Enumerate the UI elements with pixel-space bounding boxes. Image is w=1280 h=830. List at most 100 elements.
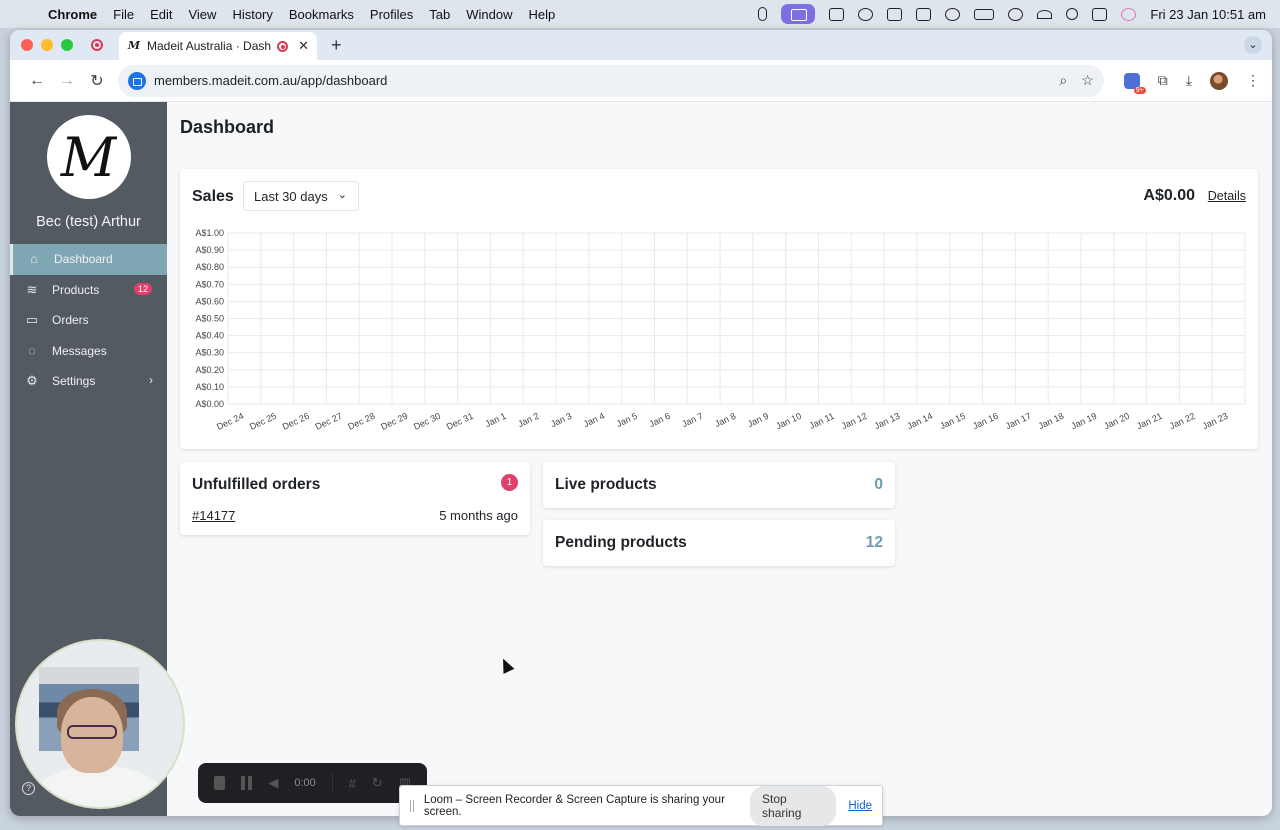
menu-view[interactable]: View (180, 7, 224, 22)
menu-profiles[interactable]: Profiles (362, 7, 421, 22)
sales-data-point (342, 403, 344, 405)
recording-timer: 0:00 (294, 777, 316, 789)
y-tick-label: A$0.30 (195, 348, 224, 358)
sales-data-point (1096, 403, 1098, 405)
x-tick-label: Jan 4 (582, 411, 606, 429)
camera-icon[interactable] (858, 7, 874, 21)
sales-data-point (571, 403, 573, 405)
sales-data-point (768, 403, 770, 405)
close-window-button[interactable] (21, 39, 33, 51)
sidebar-item-settings[interactable]: ⚙ Settings › (10, 366, 167, 397)
sidebar-item-orders[interactable]: ▭ Orders (10, 305, 167, 336)
brand-logo[interactable]: M (46, 115, 131, 199)
menu-app-name[interactable]: Chrome (40, 7, 105, 22)
pdf-icon[interactable] (916, 7, 932, 21)
sidebar-item-messages[interactable]: ◌ Messages (10, 336, 167, 367)
home-icon: ⌂ (30, 251, 38, 267)
date-range-select[interactable]: Last 30 days ⌄ (243, 181, 359, 211)
menu-edit[interactable]: Edit (142, 7, 180, 22)
siri-icon[interactable] (1121, 7, 1137, 21)
menu-window[interactable]: Window (458, 7, 520, 22)
hide-banner-link[interactable]: Hide (848, 800, 872, 812)
download-icon[interactable]: ⤓ (1186, 72, 1192, 89)
pause-icon[interactable] (241, 776, 253, 790)
tab-recording-icon (277, 40, 289, 52)
battery-icon[interactable] (974, 8, 995, 20)
sidebar-item-label: Settings (52, 374, 96, 389)
sales-data-point (965, 403, 967, 405)
extensions-puzzle-icon[interactable]: ⧉ (1158, 72, 1168, 89)
minimize-window-button[interactable] (41, 39, 53, 51)
play-icon[interactable] (945, 7, 961, 21)
tab-search-chevron-icon[interactable]: ⌄ (1244, 36, 1262, 54)
zoom-window-button[interactable] (61, 39, 73, 51)
sales-details-link[interactable]: Details (1208, 189, 1246, 203)
x-tick-label: Jan 19 (1069, 411, 1098, 431)
drag-handle-icon[interactable] (410, 799, 414, 812)
more-menu-icon[interactable]: ⋮ (1246, 72, 1260, 89)
forward-button[interactable]: → (52, 72, 82, 90)
control-center-icon[interactable] (1092, 7, 1108, 21)
wifi-icon[interactable] (1037, 9, 1053, 19)
sales-data-point (1162, 403, 1164, 405)
extension-icon[interactable]: 9+ (1123, 72, 1146, 94)
live-products-label: Live products (555, 476, 657, 493)
address-bar[interactable]: members.madeit.com.au/app/dashboard ⌕ ☆ (118, 64, 1104, 97)
stop-recording-icon[interactable] (214, 776, 226, 790)
restart-icon[interactable]: ↻ (372, 775, 383, 791)
sales-data-point (506, 403, 508, 405)
sales-data-point (473, 403, 475, 405)
y-tick-label: A$1.00 (195, 228, 224, 238)
menu-file[interactable]: File (105, 7, 142, 22)
stop-sharing-button[interactable]: Stop sharing (750, 785, 837, 826)
site-info-icon[interactable] (128, 71, 146, 90)
x-tick-label: Dec 26 (281, 411, 311, 432)
order-time: 5 months ago (439, 508, 518, 523)
menu-bookmarks[interactable]: Bookmarks (281, 7, 362, 22)
webcam-bubble[interactable] (15, 639, 185, 809)
menu-help[interactable]: Help (521, 7, 564, 22)
sales-data-point (407, 403, 409, 405)
sales-data-point (309, 403, 311, 405)
back-button[interactable]: ← (22, 72, 52, 90)
spotlight-search-icon[interactable] (1066, 8, 1079, 20)
x-tick-label: Dec 24 (215, 411, 245, 432)
no-video-icon[interactable] (887, 7, 903, 21)
screen-share-icon[interactable] (781, 4, 816, 24)
sales-data-point (440, 403, 442, 405)
photo-app-icon[interactable] (829, 7, 845, 21)
live-products-card[interactable]: Live products 0 (543, 462, 895, 508)
x-tick-label: Dec 25 (248, 411, 278, 432)
main-content: Dashboard A$0.00 A$0.10 A$0.20 A$0.30 A$0.40… (167, 102, 1272, 816)
pending-products-card[interactable]: Pending products 12 (543, 520, 895, 566)
menu-history[interactable]: History (224, 7, 280, 22)
x-tick-label: Jan 6 (648, 411, 672, 429)
settings-gear-icon[interactable] (1008, 7, 1024, 21)
divider (331, 773, 333, 793)
zoom-icon[interactable]: ⌕ (1059, 72, 1067, 89)
close-tab-icon[interactable]: ✕ (298, 38, 309, 54)
x-tick-label: Dec 31 (445, 411, 475, 432)
rewind-icon[interactable]: ◀ (268, 775, 278, 791)
tab-madeit-dashboard[interactable]: M Madeit Australia · Dashbo ✕ (119, 32, 317, 60)
sidebar-item-dashboard[interactable]: ⌂ Dashboard (10, 244, 167, 275)
url-text[interactable]: members.madeit.com.au/app/dashboard (154, 73, 1045, 88)
order-link[interactable]: #14177 (192, 508, 235, 523)
new-tab-button[interactable]: + (331, 35, 342, 56)
microphone-icon[interactable] (758, 7, 768, 21)
sales-data-point (1031, 403, 1033, 405)
y-tick-label: A$0.80 (195, 262, 224, 272)
sidebar-item-products[interactable]: ≋ Products 12 (10, 275, 167, 306)
draw-icon[interactable]: # (349, 776, 356, 791)
menu-tab[interactable]: Tab (421, 7, 458, 22)
profile-avatar[interactable] (1210, 71, 1228, 90)
menubar-clock[interactable]: Fri 23 Jan 10:51 am (1150, 7, 1266, 22)
reload-button[interactable]: ↻ (82, 71, 112, 91)
x-tick-label: Jan 11 (808, 411, 836, 431)
page-title: Dashboard (180, 117, 275, 137)
x-tick-label: Jan 17 (1004, 411, 1033, 431)
bookmark-star-icon[interactable]: ☆ (1081, 72, 1094, 89)
webcam-person-glasses (67, 725, 117, 739)
madeit-favicon-icon: M (127, 39, 141, 52)
extension-badge: 9+ (1133, 86, 1146, 94)
